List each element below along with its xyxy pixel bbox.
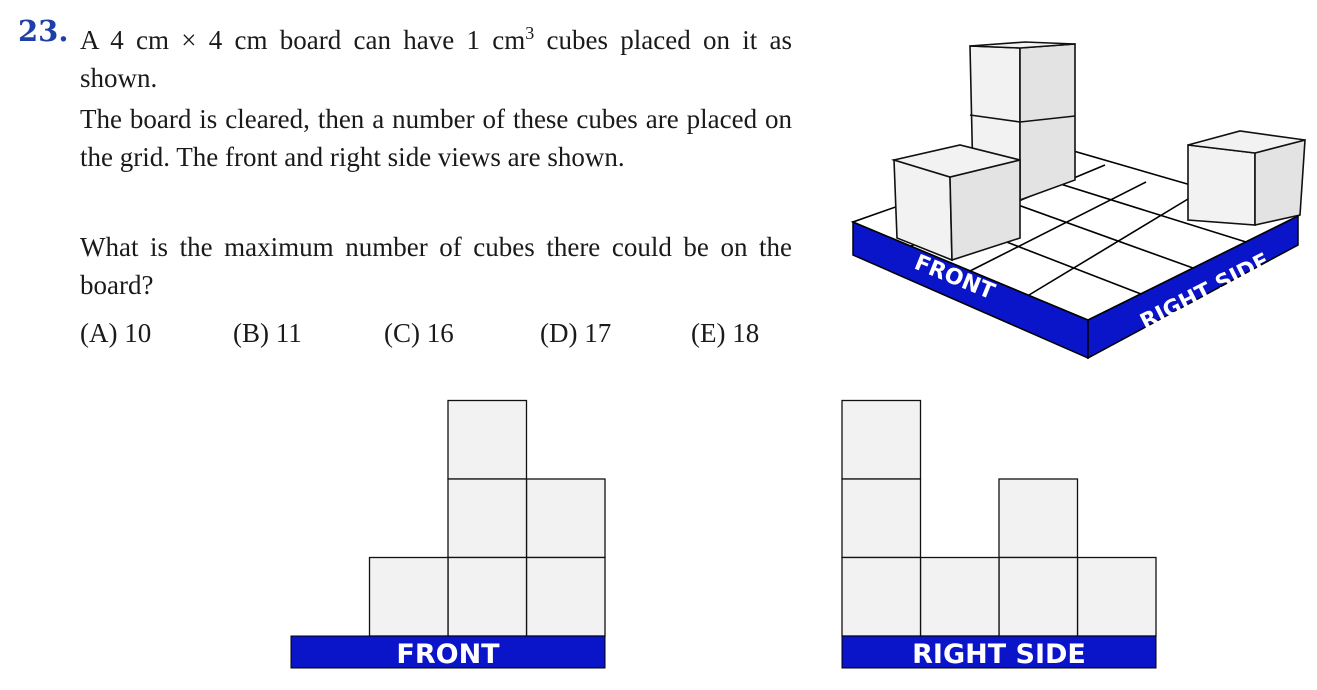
right-view-diagram: RIGHT SIDE [841,399,1157,670]
front-view-square-col2-row1 [368,556,449,637]
right-view-square-col1-row3 [841,399,922,480]
front-view-square-col4-row2 [525,478,606,559]
right-view-square-col2-row1 [919,556,1000,637]
right-view-label: RIGHT SIDE [912,639,1086,670]
front-view-diagram: FRONT [290,399,606,670]
front-view-square-col4-row1 [525,556,606,637]
front-view-square-col3-row3 [447,399,528,480]
right-view-square-col3-row1 [998,556,1079,637]
cube-back-right [1187,130,1306,226]
figures: FRONT RIGHT SIDE FRONT RIGHT SIDE [290,41,1306,670]
front-view-square-col3-row2 [447,478,528,559]
right-view-square-col3-row2 [998,478,1079,559]
front-view-label: FRONT [396,639,500,670]
front-view-square-col3-row1 [447,556,528,637]
right-view-square-col1-row1 [841,556,922,637]
board-3d-diagram: FRONT RIGHT SIDE [850,41,1306,360]
right-view-square-col4-row1 [1076,556,1157,637]
right-view-square-col1-row2 [841,478,922,559]
cube-front-left [890,144,1021,262]
